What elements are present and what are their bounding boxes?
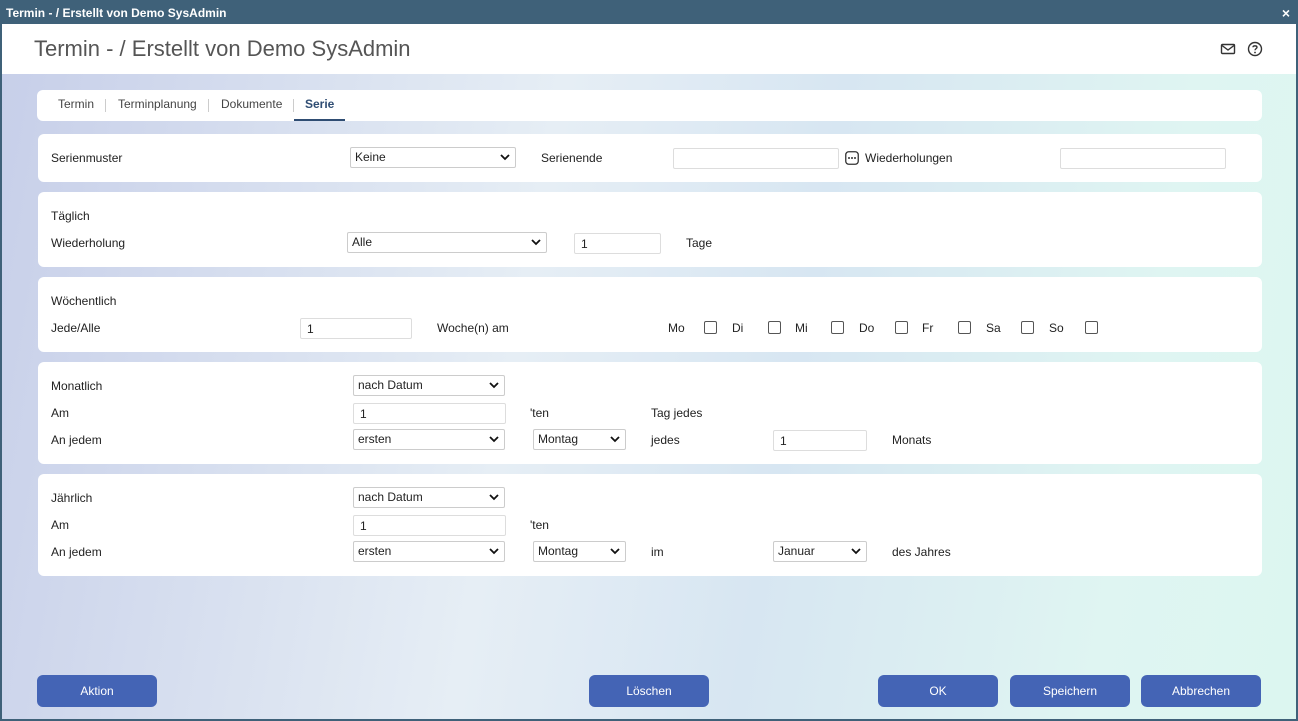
tab-termin[interactable]: Termin	[58, 90, 107, 121]
weekday-label-do: Do	[859, 321, 875, 335]
yearly-on-each-label: An jedem	[51, 545, 102, 559]
tab-dokumente[interactable]: Dokumente	[221, 90, 295, 121]
monthly-on-each-label: An jedem	[51, 433, 102, 447]
yearly-weekday-select[interactable]: Montag	[533, 541, 626, 562]
ok-button[interactable]: OK	[878, 675, 998, 707]
yearly-in-label: im	[651, 545, 664, 559]
daily-repeat-label: Wiederholung	[51, 236, 126, 250]
weekday-checkbox-do[interactable]	[895, 321, 908, 334]
daily-count-input[interactable]	[574, 233, 661, 254]
daily-unit-label: Tage	[686, 236, 713, 250]
series-pattern-panel: Serienmuster Keine Serienende Wiederholu…	[38, 134, 1262, 182]
yearly-day-input[interactable]	[353, 515, 506, 536]
tab-serie[interactable]: Serie	[294, 90, 346, 121]
chevron-down-icon	[489, 436, 499, 443]
save-button[interactable]: Speichern	[1010, 675, 1130, 707]
weekday-checkbox-so[interactable]	[1085, 321, 1098, 334]
more-options-icon[interactable]	[845, 151, 859, 165]
weekday-checkbox-mi[interactable]	[831, 321, 844, 334]
monthly-day-input[interactable]	[353, 403, 506, 424]
weekday-checkbox-di[interactable]	[768, 321, 781, 334]
dialog-header: Termin - / Erstellt von Demo SysAdmin	[2, 24, 1296, 74]
weekday-label-sa: Sa	[986, 321, 1001, 335]
window-title: Termin - / Erstellt von Demo SysAdmin	[6, 6, 227, 20]
monthly-every-label: jedes	[651, 433, 680, 447]
weekly-title: Wöchentlich	[51, 294, 117, 308]
cancel-button[interactable]: Abbrechen	[1141, 675, 1261, 707]
weekly-every-label: Jede/Alle	[51, 321, 101, 335]
page-title: Termin - / Erstellt von Demo SysAdmin	[34, 36, 411, 61]
series-pattern-label: Serienmuster	[51, 151, 123, 165]
chevron-down-icon	[500, 154, 510, 161]
yearly-panel: Jährlich nach Datum Am 'ten An jedem ers…	[38, 474, 1262, 576]
series-end-label: Serienende	[541, 151, 603, 165]
yearly-mode-value: nach Datum	[358, 490, 423, 504]
monthly-mode-select[interactable]: nach Datum	[353, 375, 505, 396]
tab-bar: Termin Terminplanung Dokumente Serie	[37, 90, 1262, 121]
weekly-every-input[interactable]	[300, 318, 412, 339]
monthly-months-input[interactable]	[773, 430, 867, 451]
yearly-ordinal-value: ersten	[358, 544, 392, 558]
yearly-month-select[interactable]: Januar	[773, 541, 867, 562]
weekday-label-fr: Fr	[922, 321, 934, 335]
daily-panel: Täglich Wiederholung Alle Tage	[38, 192, 1262, 267]
weekday-label-mo: Mo	[668, 321, 685, 335]
monthly-title: Monatlich	[51, 379, 103, 393]
monthly-day-every-label: Tag jedes	[651, 406, 703, 420]
series-end-input[interactable]	[673, 148, 839, 169]
chevron-down-icon	[489, 548, 499, 555]
monthly-ordinal-value: ersten	[358, 432, 392, 446]
weekday-label-so: So	[1049, 321, 1064, 335]
weekday-label-mi: Mi	[795, 321, 808, 335]
daily-repeat-select[interactable]: Alle	[347, 232, 547, 253]
dialog-window: Termin - / Erstellt von Demo SysAdmin × …	[0, 0, 1298, 721]
monthly-ten-suffix: 'ten	[530, 406, 549, 420]
chevron-down-icon	[610, 548, 620, 555]
yearly-month-value: Januar	[778, 544, 815, 558]
yearly-weekday-value: Montag	[538, 544, 579, 558]
weekday-checkbox-fr[interactable]	[958, 321, 971, 334]
monthly-on-label: Am	[51, 406, 69, 420]
weekly-weeks-label: Woche(n) am	[437, 321, 509, 335]
monthly-weekday-value: Montag	[538, 432, 579, 446]
yearly-title: Jährlich	[51, 491, 93, 505]
chevron-down-icon	[610, 436, 620, 443]
yearly-on-label: Am	[51, 518, 69, 532]
weekday-label-di: Di	[732, 321, 744, 335]
monthly-weekday-select[interactable]: Montag	[533, 429, 626, 450]
monthly-ordinal-select[interactable]: ersten	[353, 429, 505, 450]
chevron-down-icon	[489, 382, 499, 389]
chevron-down-icon	[489, 494, 499, 501]
weekday-checkbox-mo[interactable]	[704, 321, 717, 334]
series-pattern-select[interactable]: Keine	[350, 147, 516, 168]
monthly-panel: Monatlich nach Datum Am 'ten Tag jedes A…	[38, 362, 1262, 464]
weekday-checkbox-sa[interactable]	[1021, 321, 1034, 334]
action-button[interactable]: Aktion	[37, 675, 157, 707]
series-pattern-value: Keine	[355, 150, 386, 164]
tab-terminplanung[interactable]: Terminplanung	[118, 90, 209, 121]
monthly-mode-value: nach Datum	[358, 378, 423, 392]
help-icon[interactable]	[1247, 41, 1263, 57]
chevron-down-icon	[531, 239, 541, 246]
yearly-ten-suffix: 'ten	[530, 518, 549, 532]
dialog-content: Termin Terminplanung Dokumente Serie Ser…	[2, 74, 1296, 719]
daily-repeat-value: Alle	[352, 235, 373, 249]
delete-button[interactable]: Löschen	[589, 675, 709, 707]
title-bar[interactable]: Termin - / Erstellt von Demo SysAdmin ×	[2, 2, 1296, 24]
repetitions-input[interactable]	[1060, 148, 1226, 169]
yearly-year-label: des Jahres	[892, 545, 951, 559]
weekly-panel: Wöchentlich Jede/Alle Woche(n) am Mo Di …	[38, 277, 1262, 352]
close-icon[interactable]: ×	[1282, 2, 1290, 24]
monthly-months-label: Monats	[892, 433, 932, 447]
yearly-ordinal-select[interactable]: ersten	[353, 541, 505, 562]
repetitions-label: Wiederholungen	[865, 151, 953, 165]
mail-icon[interactable]	[1220, 41, 1236, 57]
yearly-mode-select[interactable]: nach Datum	[353, 487, 505, 508]
daily-title: Täglich	[51, 209, 90, 223]
chevron-down-icon	[851, 548, 861, 555]
